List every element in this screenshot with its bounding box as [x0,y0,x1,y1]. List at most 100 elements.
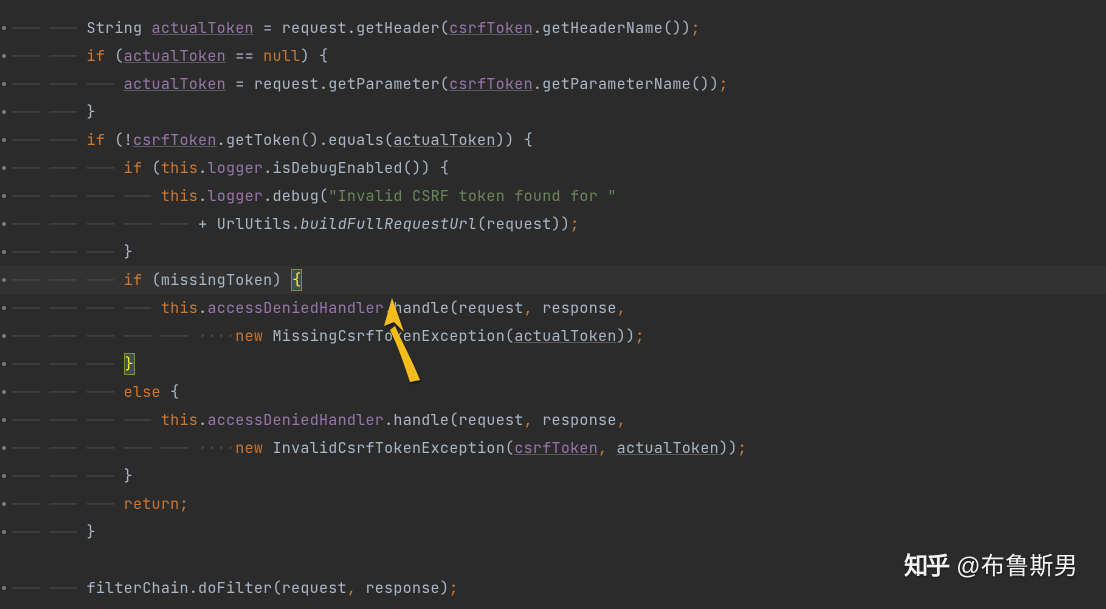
code-line[interactable]: ——— ——— ——— ——— this.accessDeniedHandler… [0,294,1106,322]
code-line[interactable]: ——— ——— if (actualToken == null) { [0,42,1106,70]
whitespace-tab-marker: ——— [49,130,77,150]
code-token: ; [635,326,644,346]
code-line[interactable]: ——— ——— ——— } [0,238,1106,266]
code-content: ——— ——— ——— } [8,350,135,378]
whitespace-tab-marker: ——— [86,354,114,374]
code-token: { [291,269,302,291]
gutter [0,182,8,210]
code-token: , [347,578,356,598]
code-line[interactable]: ——— ——— ——— actualToken = request.getPar… [0,70,1106,98]
change-marker-dot [2,362,6,366]
whitespace-tab-marker: ——— [49,242,77,262]
code-token: ( [105,46,124,66]
change-marker-dot [2,82,6,86]
whitespace-tab-marker: ——— [49,438,77,458]
code-token: this [161,158,198,178]
code-line[interactable]: ——— ——— ——— ——— this.accessDeniedHandler… [0,406,1106,434]
whitespace-tab-marker: ——— [12,578,40,598]
code-token: (! [105,130,133,150]
whitespace-tab-marker: ——— [86,242,114,262]
code-line[interactable]: ——— ——— ——— ——— ——— ····new MissingCsrfT… [0,322,1106,350]
whitespace-tab-marker: ——— [124,410,152,430]
code-editor[interactable]: ——— ——— String actualToken = request.get… [0,0,1106,602]
code-content: ——— ——— ——— if (this.logger.isDebugEnabl… [8,154,449,182]
code-content: ——— ——— if (actualToken == null) { [8,42,328,70]
whitespace-tab-marker: ——— [86,74,114,94]
whitespace-space-marker: ···· [198,438,235,458]
code-line[interactable]: ——— ——— } [0,98,1106,126]
whitespace-tab-marker: ——— [49,410,77,430]
whitespace-tab-marker: ——— [86,410,114,430]
change-marker-dot [2,250,6,254]
code-token: .handle(request [384,298,524,318]
whitespace-tab-marker: ——— [12,270,40,290]
whitespace-tab-marker: ——— [49,270,77,290]
change-marker-dot [2,278,6,282]
code-line[interactable]: ——— ——— ——— ——— ——— + UrlUtils.buildFull… [0,210,1106,238]
gutter [0,294,8,322]
code-line[interactable]: ——— ——— ——— ——— this.logger.debug("Inval… [0,182,1106,210]
whitespace-tab-marker: ——— [12,494,40,514]
gutter [0,378,8,406]
whitespace-tab-marker: ——— [124,214,152,234]
change-marker-dot [2,222,6,226]
gutter [0,14,8,42]
code-token: response [533,298,617,318]
whitespace-tab-marker: ——— [49,46,77,66]
code-line[interactable]: ——— ——— ——— return; [0,490,1106,518]
gutter [0,322,8,350]
whitespace-tab-marker: ——— [49,74,77,94]
whitespace-space-marker: ···· [198,326,235,346]
code-token: ( [142,158,161,178]
code-content: ——— ——— ——— ——— ——— ····new MissingCsrfT… [8,322,645,350]
code-token: if [124,270,143,290]
code-content: ——— ——— ——— } [8,462,133,490]
code-token: = request.getHeader( [254,18,449,38]
whitespace-tab-marker: ——— [12,46,40,66]
code-line[interactable]: ——— ——— ——— if (this.logger.isDebugEnabl… [0,154,1106,182]
code-token: , [617,410,626,430]
code-line[interactable]: ——— ——— ——— } [0,462,1106,490]
code-token: new [235,326,263,346]
code-token: } [86,522,95,542]
whitespace-tab-marker: ——— [86,494,114,514]
code-token: "Invalid CSRF token found for " [328,186,616,206]
code-line[interactable]: ——— ——— ——— if (missingToken) { [0,266,1106,294]
code-line[interactable]: ——— ——— String actualToken = request.get… [0,14,1106,42]
whitespace-tab-marker: ——— [12,410,40,430]
code-token: logger [207,158,263,178]
code-token: return; [124,494,189,514]
whitespace-tab-marker: ——— [124,186,152,206]
code-line[interactable]: ——— ——— ——— else { [0,378,1106,406]
code-token: .getToken().equals( [217,130,394,150]
whitespace-tab-marker: ——— [49,578,77,598]
whitespace-tab-marker: ——— [86,270,114,290]
code-token: accessDeniedHandler [207,298,384,318]
code-line[interactable]: ——— ——— if (!csrfToken.getToken().equals… [0,126,1106,154]
gutter [0,490,8,518]
watermark: 知乎 @布鲁斯男 [904,553,1078,581]
code-line[interactable]: ——— ——— ——— ——— ——— ····new InvalidCsrfT… [0,434,1106,462]
gutter [0,266,8,294]
whitespace-tab-marker: ——— [12,18,40,38]
code-token: response [533,410,617,430]
code-content: ——— ——— ——— actualToken = request.getPar… [8,70,728,98]
code-token: )) [617,326,636,346]
code-token: actualToken [617,438,719,458]
change-marker-dot [2,26,6,30]
code-content: ——— ——— } [8,518,96,546]
code-line[interactable]: ——— ——— } [0,518,1106,546]
code-line[interactable]: ——— ——— ——— } [0,350,1106,378]
code-token: response) [356,578,449,598]
code-token: ; [570,214,579,234]
gutter [0,70,8,98]
gutter [0,238,8,266]
change-marker-dot [2,54,6,58]
whitespace-tab-marker: ——— [12,186,40,206]
code-token: } [124,242,133,262]
whitespace-tab-marker: ——— [12,438,40,458]
change-marker-dot [2,446,6,450]
code-content: ——— ——— filterChain.doFilter(request, re… [8,574,458,602]
code-token: this [161,186,198,206]
whitespace-tab-marker: ——— [86,326,114,346]
